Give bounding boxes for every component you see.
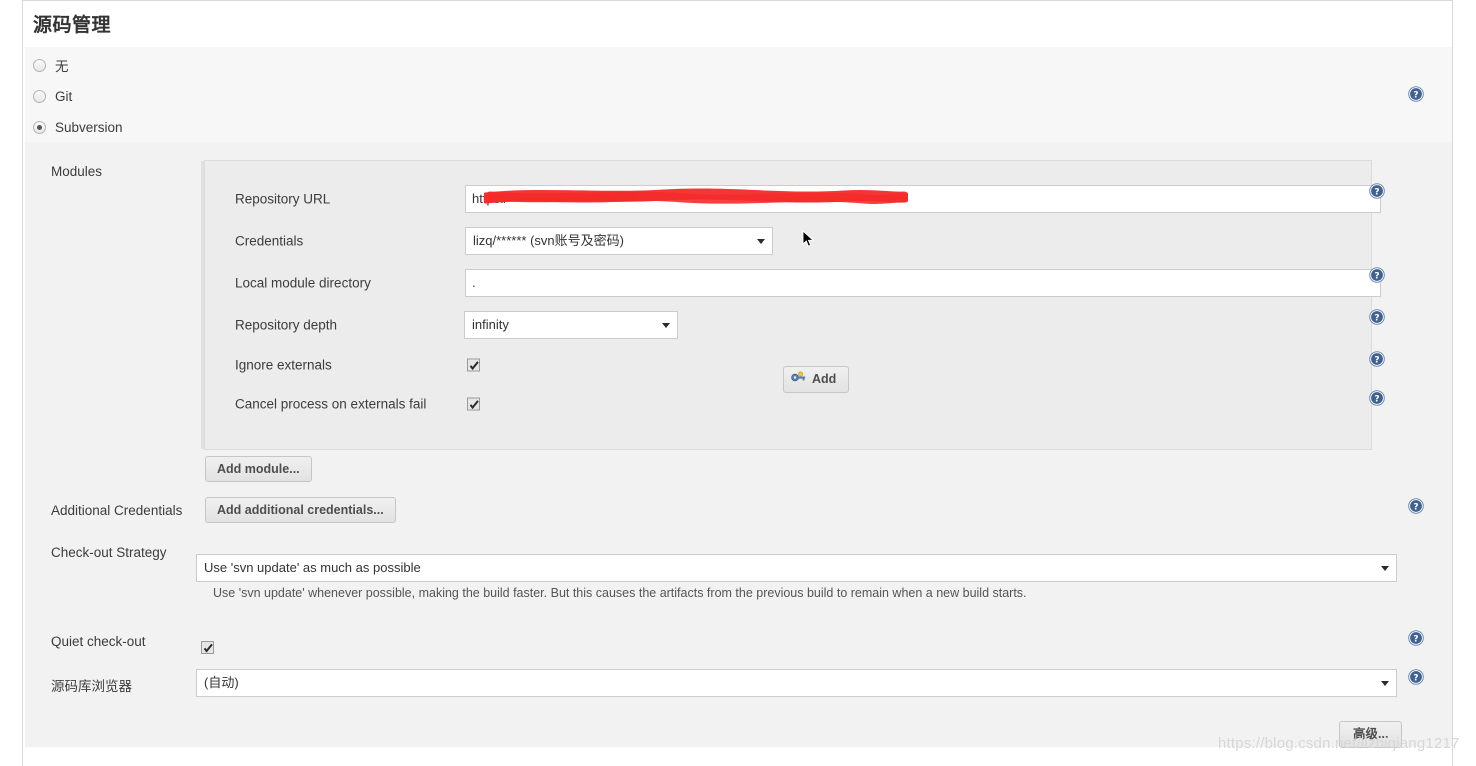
page-top-border xyxy=(22,0,1452,1)
repository-depth-select[interactable]: infinity xyxy=(464,311,678,339)
add-additional-credentials-button-label: Add additional credentials... xyxy=(217,503,384,517)
add-additional-credentials-button[interactable]: Add additional credentials... xyxy=(205,497,396,523)
repository-url-row: Repository URL https:/ xyxy=(205,183,1381,215)
additional-credentials-label: Additional Credentials xyxy=(51,503,183,518)
svg-text:?: ? xyxy=(1374,395,1379,405)
credentials-select-value: lizq/****** (svn账号及密码) xyxy=(473,233,624,248)
radio-indicator-git[interactable] xyxy=(33,89,46,103)
local-module-directory-row: Local module directory . xyxy=(205,267,1381,299)
chevron-down-icon-repository-browser xyxy=(1381,681,1389,686)
scm-configuration-page: 源码管理 无 Git Subversion ? Modules Reposito… xyxy=(0,0,1476,766)
chevron-down-icon-depth xyxy=(662,323,670,328)
add-credentials-button-label: Add xyxy=(812,372,837,386)
quiet-checkout-checkbox[interactable] xyxy=(201,641,214,654)
add-credentials-button[interactable]: Add xyxy=(783,366,850,393)
repository-depth-label: Repository depth xyxy=(235,317,338,333)
checkmark-icon xyxy=(469,361,479,371)
local-module-directory-input[interactable]: . xyxy=(465,269,1381,297)
checkmark-icon xyxy=(469,400,479,410)
checkout-strategy-value: Use 'svn update' as much as possible xyxy=(204,560,421,575)
quiet-checkout-label: Quiet check-out xyxy=(51,634,146,649)
svg-text:?: ? xyxy=(1413,91,1418,101)
scm-radio-none-label: 无 xyxy=(55,59,69,74)
add-module-button[interactable]: Add module... xyxy=(205,456,312,482)
help-icon-cancel-process-externals[interactable]: ? xyxy=(1369,390,1385,406)
repository-browser-select[interactable]: (自动) xyxy=(196,669,1397,697)
credentials-select[interactable]: lizq/****** (svn账号及密码) xyxy=(465,227,773,255)
scm-radio-git-label: Git xyxy=(55,88,73,104)
cancel-process-externals-checkbox[interactable] xyxy=(467,397,480,411)
subversion-settings-block: Modules Repository URL https:/ Credentia… xyxy=(25,142,1452,747)
scm-radio-git[interactable]: Git xyxy=(33,84,72,108)
repository-depth-select-value: infinity xyxy=(472,317,509,332)
help-icon-quiet-checkout[interactable]: ? xyxy=(1408,630,1424,646)
repository-browser-value: (自动) xyxy=(204,675,239,690)
help-icon-repository-url[interactable]: ? xyxy=(1369,183,1385,199)
checkout-strategy-select[interactable]: Use 'svn update' as much as possible xyxy=(196,554,1397,582)
svg-text:?: ? xyxy=(1413,674,1418,684)
scm-radio-subversion[interactable]: Subversion xyxy=(33,115,123,139)
repository-url-label: Repository URL xyxy=(235,191,331,207)
help-icon-ignore-externals[interactable]: ? xyxy=(1369,351,1385,367)
repository-url-input[interactable]: https:/ xyxy=(465,185,1381,213)
local-module-directory-label: Local module directory xyxy=(235,275,371,291)
help-icon-additional-credentials[interactable]: ? xyxy=(1408,498,1424,514)
svg-text:?: ? xyxy=(1374,188,1379,198)
help-icon-local-module-directory[interactable]: ? xyxy=(1369,267,1385,283)
modules-panel: Repository URL https:/ Credentials lizq/… xyxy=(201,160,1381,450)
svg-text:?: ? xyxy=(1413,503,1418,513)
repository-browser-label: 源码库浏览器 xyxy=(51,679,132,694)
radio-indicator-none[interactable] xyxy=(33,58,46,72)
repository-depth-row: Repository depth infinity xyxy=(205,309,1371,341)
svg-text:?: ? xyxy=(1374,356,1379,366)
help-icon-repository-depth[interactable]: ? xyxy=(1369,309,1385,325)
help-icon-scm[interactable]: ? xyxy=(1408,86,1424,102)
chevron-down-icon-credentials xyxy=(757,239,765,244)
page-right-border xyxy=(1452,0,1453,766)
checkmark-icon xyxy=(203,643,213,653)
checkout-strategy-description: Use 'svn update' whenever possible, maki… xyxy=(213,586,1027,600)
cancel-process-externals-label: Cancel process on externals fail xyxy=(235,396,427,412)
checkout-strategy-label: Check-out Strategy xyxy=(51,545,167,560)
svg-text:?: ? xyxy=(1413,635,1418,645)
svg-text:?: ? xyxy=(1374,314,1379,324)
help-icon-repository-browser[interactable]: ? xyxy=(1408,669,1424,685)
scm-radio-subversion-label: Subversion xyxy=(55,119,123,135)
add-module-button-label: Add module... xyxy=(217,462,300,476)
modules-label: Modules xyxy=(51,164,103,179)
scm-type-radio-group: 无 Git Subversion ? xyxy=(25,47,1452,142)
credentials-label: Credentials xyxy=(235,233,304,249)
watermark-text: https://blog.csdn.net/lizhiqiang1217 xyxy=(1218,735,1460,752)
page-left-border xyxy=(22,0,23,766)
radio-indicator-subversion[interactable] xyxy=(33,120,46,134)
page-title: 源码管理 xyxy=(33,15,112,36)
ignore-externals-checkbox[interactable] xyxy=(467,358,480,372)
scm-radio-none[interactable]: 无 xyxy=(33,53,69,77)
credentials-row: Credentials lizq/****** (svn账号及密码) xyxy=(205,225,1371,257)
chevron-down-icon-checkout-strategy xyxy=(1381,566,1389,571)
key-icon xyxy=(791,367,806,392)
ignore-externals-label: Ignore externals xyxy=(235,357,332,373)
svg-text:?: ? xyxy=(1374,272,1379,282)
